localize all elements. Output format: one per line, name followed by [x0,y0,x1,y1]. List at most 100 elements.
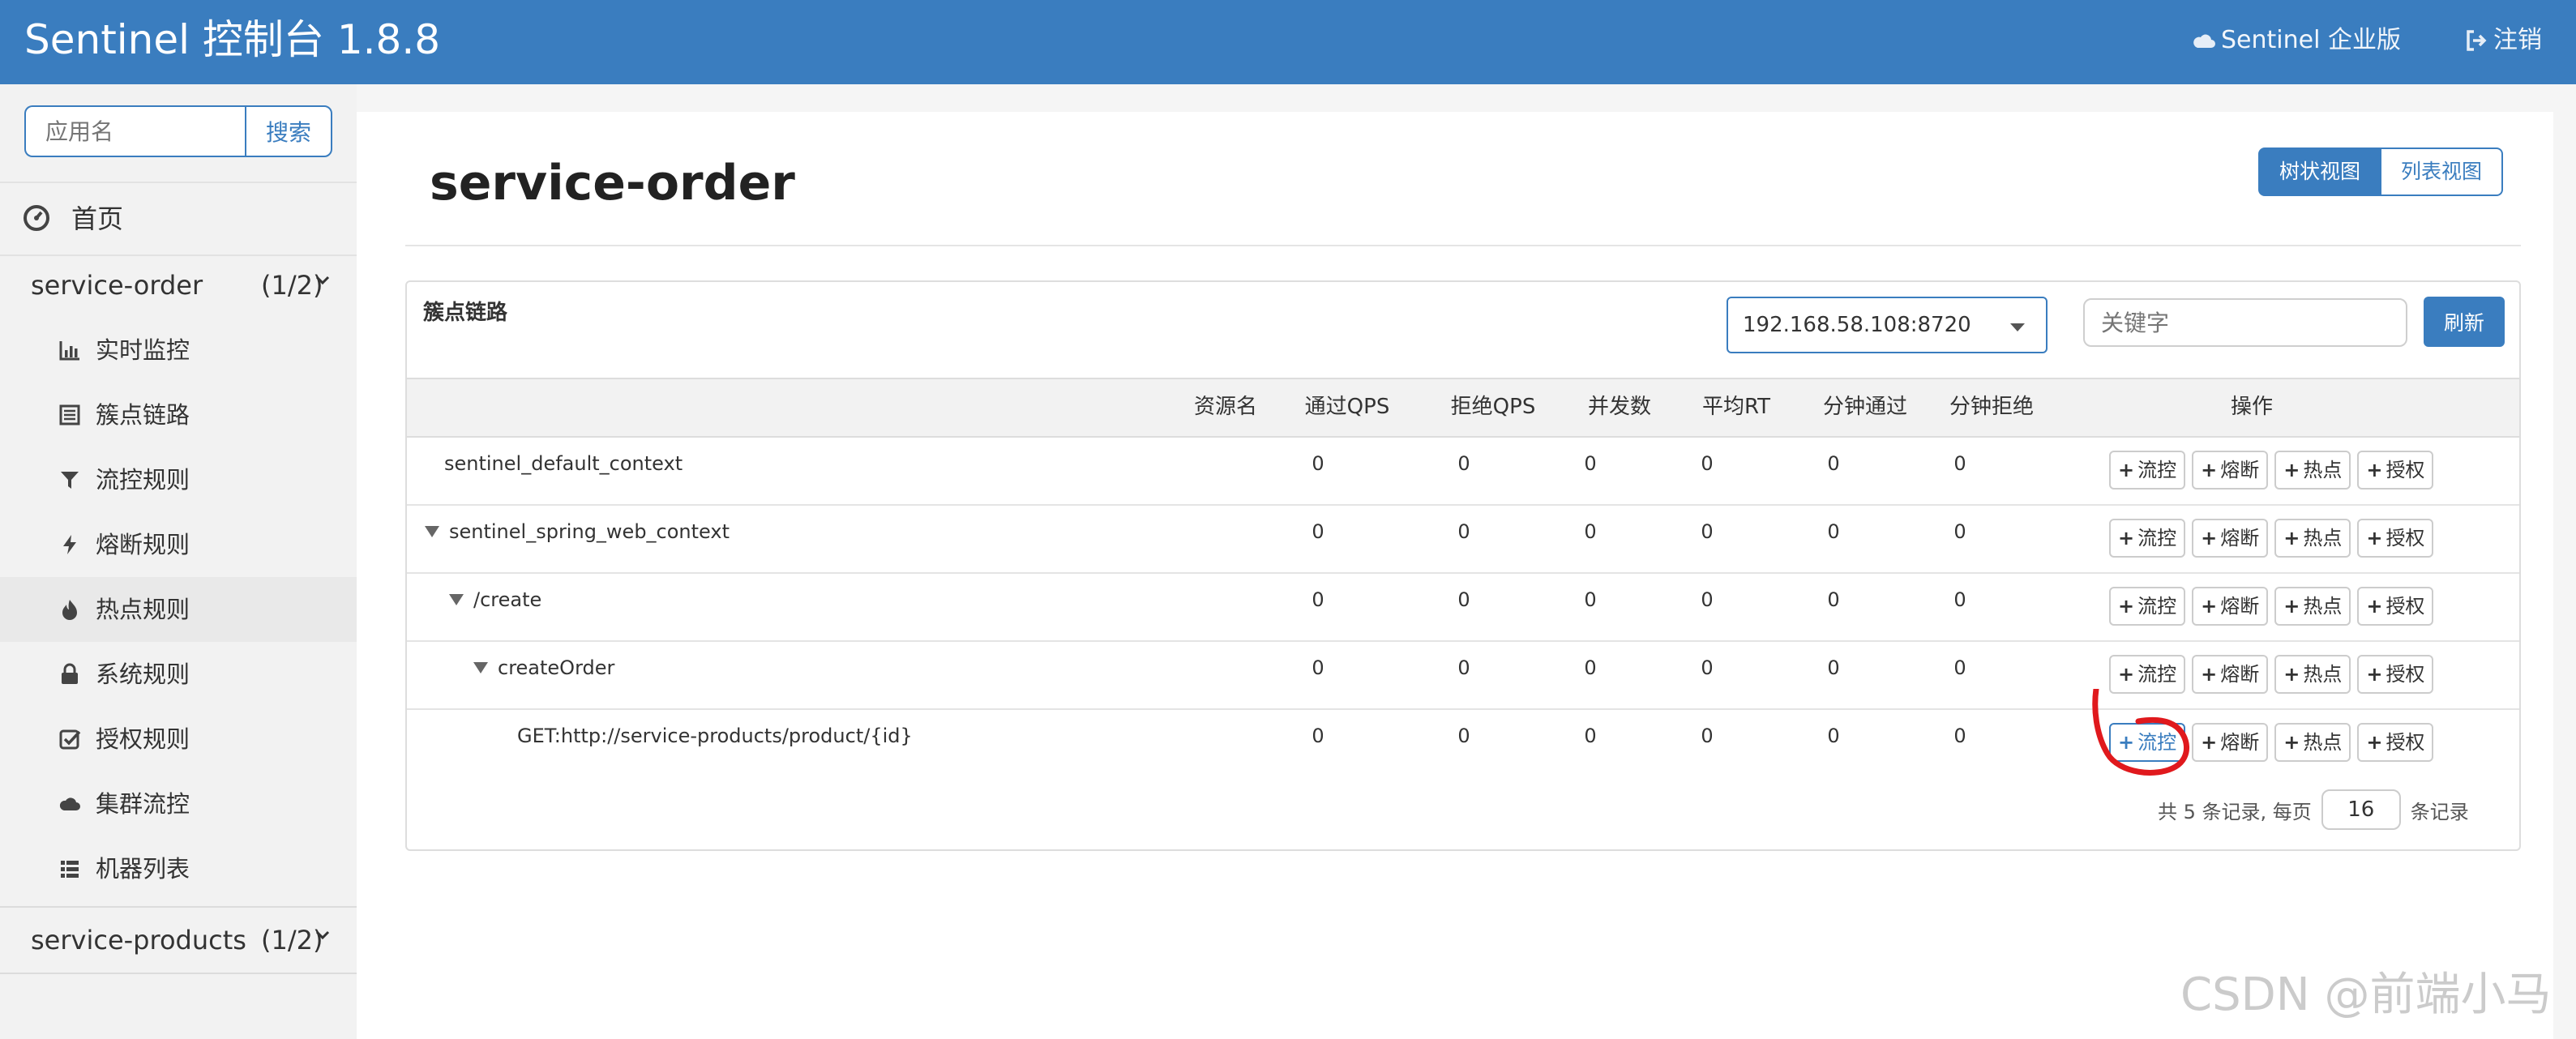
degrade-rule-button[interactable]: + 熔断 [2192,655,2269,694]
metric-value: 0 [1827,588,1840,611]
table-row: sentinel_default_context 0 0 0 0 0 0 + 流控 + 熔断 + 热点 +… [407,436,2519,506]
sidebar-item-label: 集群流控 [96,790,190,818]
metric-value: 0 [1457,588,1470,611]
row-actions: + 流控 + 熔断 + 热点 + 授权 [2109,655,2434,694]
keyword-search-input[interactable] [2083,298,2407,347]
plus-icon: + [2366,731,2383,754]
sidebar-item-cluster-flow[interactable]: 集群流控 [0,772,357,836]
flow-rule-button[interactable]: + 流控 [2109,519,2186,558]
metric-value: 0 [1953,452,1966,475]
list-view-button[interactable]: 列表视图 [2381,148,2504,196]
metric-value: 0 [1701,725,1714,747]
metric-value: 0 [1953,725,1966,747]
authority-rule-button[interactable]: + 授权 [2357,655,2434,694]
authority-rule-button[interactable]: + 授权 [2357,451,2434,490]
search-button[interactable]: 搜索 [245,105,332,157]
action-label: 授权 [2386,731,2425,754]
sidebar-item-cluster-link[interactable]: 簇点链路 [0,383,357,447]
plus-icon: + [2201,731,2218,754]
flow-rule-button[interactable]: + 流控 [2109,655,2186,694]
resource-name-text: GET:http://service-products/product/{id} [517,725,913,747]
degrade-rule-button[interactable]: + 熔断 [2192,587,2269,626]
enterprise-link[interactable]: Sentinel 企业版 [2192,23,2401,58]
metric-value: 0 [1584,520,1597,543]
row-actions: + 流控 + 熔断 + 热点 + 授权 [2109,519,2434,558]
flash-icon [58,533,81,556]
app-name: service-order [31,270,203,301]
authority-rule-button[interactable]: + 授权 [2357,723,2434,762]
caret-down-icon[interactable] [425,526,439,537]
plus-icon: + [2201,663,2218,686]
metric-value: 0 [1584,725,1597,747]
th-list-icon [58,857,81,880]
plus-icon: + [2201,527,2218,549]
authority-rule-button[interactable]: + 授权 [2357,587,2434,626]
sidebar-item-authority-rules[interactable]: 授权规则 [0,707,357,772]
authority-rule-button[interactable]: + 授权 [2357,519,2434,558]
resource-name-text: createOrder [498,656,615,679]
metric-value: 0 [1701,452,1714,475]
sidebar-item-degrade-rules[interactable]: 熔断规则 [0,512,357,577]
degrade-rule-button[interactable]: + 熔断 [2192,723,2269,762]
action-label: 热点 [2303,527,2343,549]
flow-rule-button[interactable]: + 流控 [2109,587,2186,626]
sidebar-item-hotspot-rules[interactable]: 热点规则 [0,577,357,642]
hotspot-rule-button[interactable]: + 热点 [2274,451,2351,490]
action-label: 熔断 [2220,527,2260,549]
row-actions: + 流控 + 熔断 + 热点 + 授权 [2109,723,2434,762]
row-actions: + 流控 + 熔断 + 热点 + 授权 [2109,587,2434,626]
flow-rule-button[interactable]: + 流控 [2109,723,2186,762]
action-label: 热点 [2303,731,2343,754]
watermark: CSDN @前端小马 [2180,968,2552,1021]
metric-value: 0 [1312,520,1324,543]
plus-icon: + [2366,459,2383,481]
action-label: 热点 [2303,663,2343,686]
metric-value: 0 [1827,520,1840,543]
lock-icon [58,663,81,686]
top-navbar: Sentinel 控制台 1.8.8 Sentinel 企业版 注销 [0,0,2576,84]
sidebar-item-machine-list[interactable]: 机器列表 [0,836,357,901]
machine-select[interactable]: 192.168.58.108:8720 [1727,297,2048,353]
flow-rule-button[interactable]: + 流控 [2109,451,2186,490]
degrade-rule-button[interactable]: + 熔断 [2192,451,2269,490]
sidebar-item-label: 流控规则 [96,466,190,494]
divider [405,245,2521,246]
sidebar-item-label: 簇点链路 [96,401,190,429]
bar-chart-icon [58,339,81,361]
caret-down-icon[interactable] [449,594,464,605]
hotspot-rule-button[interactable]: + 热点 [2274,519,2351,558]
plus-icon: + [2201,595,2218,618]
sidebar-app-service-order[interactable]: service-order (1/2) [0,253,357,318]
logout-label: 注销 [2493,26,2542,54]
hotspot-rule-button[interactable]: + 热点 [2274,655,2351,694]
app-search: 搜索 [24,105,332,157]
caret-down-icon[interactable] [473,662,488,673]
plus-icon: + [2201,459,2218,481]
metric-value: 0 [1457,520,1470,543]
caret-down-icon [2009,321,2026,336]
sidebar-item-home[interactable]: 首页 [0,182,357,256]
page-title: service-order [430,155,795,212]
resource-name-text: sentinel_default_context [444,452,683,475]
tree-view-button[interactable]: 树状视图 [2258,148,2382,196]
app-title[interactable]: Sentinel 控制台 1.8.8 [24,15,440,65]
hotspot-rule-button[interactable]: + 热点 [2274,723,2351,762]
sidebar-app-service-products[interactable]: service-products (1/2) [0,908,357,973]
sidebar-item-flow-rules[interactable]: 流控规则 [0,447,357,512]
page-size-input[interactable]: 16 [2321,789,2401,830]
sidebar-item-label: 熔断规则 [96,531,190,558]
action-label: 熔断 [2220,731,2260,754]
app-search-input[interactable] [24,105,245,157]
metric-value: 0 [1827,452,1840,475]
metric-value: 0 [1457,452,1470,475]
table-header: 资源名 通过QPS 拒绝QPS 并发数 平均RT 分钟通过 分钟拒绝 操作 [407,378,2519,438]
sidebar-item-realtime-monitor[interactable]: 实时监控 [0,318,357,383]
action-label: 授权 [2386,595,2425,618]
hotspot-rule-button[interactable]: + 热点 [2274,587,2351,626]
sidebar-item-system-rules[interactable]: 系统规则 [0,642,357,707]
refresh-button[interactable]: 刷新 [2424,297,2505,347]
degrade-rule-button[interactable]: + 熔断 [2192,519,2269,558]
plus-icon: + [2283,663,2300,686]
main-content: service-order 树状视图 列表视图 簇点链路 192.168.58.… [357,112,2553,1039]
logout-link[interactable]: 注销 [2464,23,2542,58]
